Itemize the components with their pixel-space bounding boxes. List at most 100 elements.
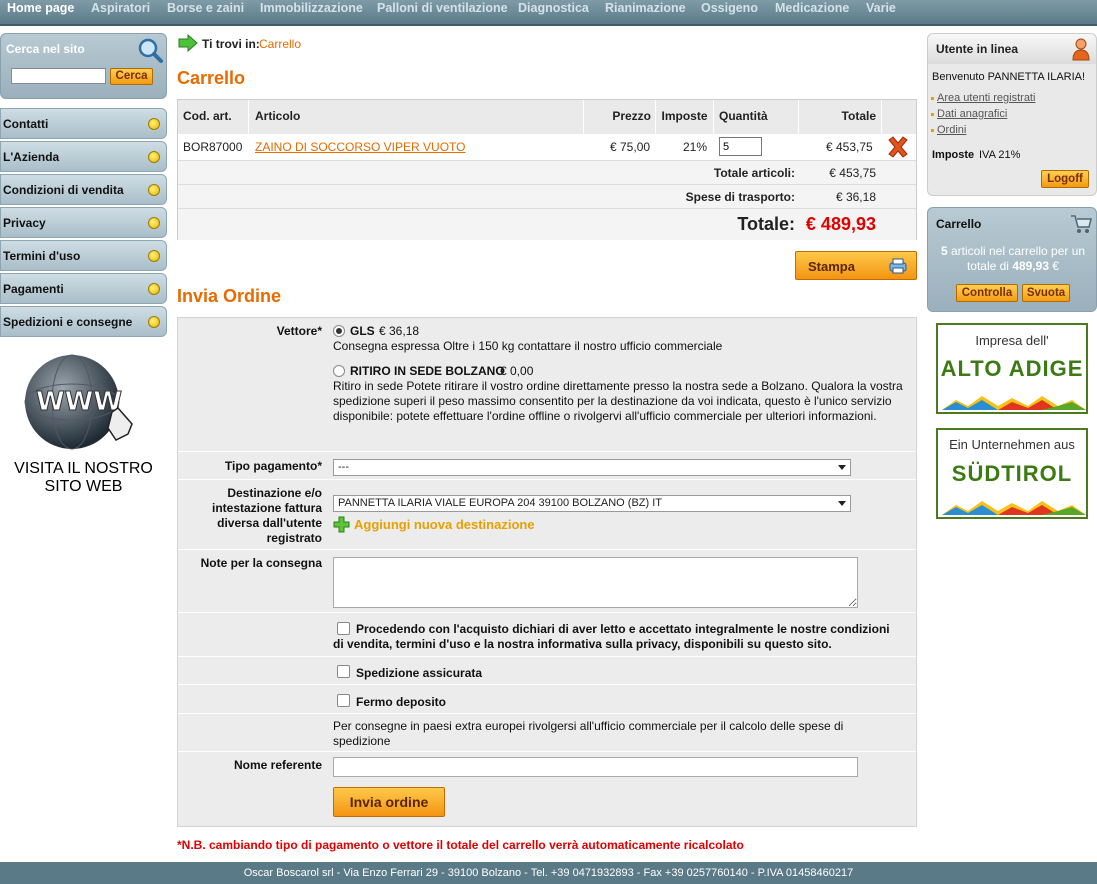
search-button[interactable]: Cerca	[110, 68, 153, 85]
spese-label: Spese di trasporto:	[685, 190, 795, 204]
badge-big-text: SÜDTIROL	[951, 461, 1073, 486]
badge-top-text: Ein Unternehmen aus	[949, 437, 1075, 452]
link-area-utenti[interactable]: Area utenti registrati	[930, 92, 1035, 104]
header-price: Prezzo	[584, 100, 656, 134]
destinazione-label: Destinazione e/o intestazione fattura di…	[211, 486, 322, 545]
nav-rianimazione[interactable]: Rianimazione	[605, 1, 686, 15]
nome-referente-label: Nome referente	[233, 758, 322, 772]
totale-articoli-label: Totale articoli:	[713, 166, 795, 180]
add-icon[interactable]	[333, 516, 350, 533]
sidebar-item-condizioni[interactable]: Condizioni di vendita	[0, 174, 167, 205]
nav-medicazione[interactable]: Medicazione	[775, 1, 849, 15]
nav-diagnostica[interactable]: Diagnostica	[518, 1, 589, 15]
svuota-button[interactable]: Svuota	[1022, 284, 1070, 302]
link-dati-anagrafici[interactable]: Dati anagrafici	[930, 108, 1007, 120]
sidebar-item-label: Pagamenti	[3, 282, 64, 296]
header-code: Cod. art.	[178, 100, 249, 134]
nav-ossigeno[interactable]: Ossigeno	[701, 1, 758, 15]
divider	[178, 684, 916, 685]
link-ordini[interactable]: Ordini	[930, 124, 966, 136]
pagamento-label: Tipo pagamento*	[224, 459, 322, 473]
user-icon	[1072, 38, 1090, 61]
divider	[178, 479, 916, 480]
destinazione-select[interactable]: PANNETTA ILARIA VIALE EUROPA 204 39100 B…	[333, 495, 851, 512]
imposte-value: IVA 21%	[979, 149, 1021, 161]
note-textarea[interactable]	[333, 557, 858, 608]
footer: Oscar Boscarol srl - Via Enzo Ferrari 29…	[0, 862, 1097, 884]
globe-www-icon[interactable]: WWW	[14, 352, 144, 452]
pagamento-value: ---	[338, 461, 349, 473]
chevron-down-icon	[838, 501, 846, 506]
nav-palloni[interactable]: Palloni di ventilazione	[377, 1, 508, 15]
sidebar-item-contatti[interactable]: Contatti	[0, 108, 167, 139]
cart-amount: 489,93	[1012, 259, 1050, 273]
ritiro-name: RITIRO IN SEDE BOLZANO	[350, 364, 505, 378]
item-code: BOR87000	[183, 140, 243, 154]
visit-line-2: SITO WEB	[44, 478, 123, 495]
welcome-text: Benvenuto PANNETTA ILARIA!	[932, 71, 1086, 83]
divider	[178, 751, 916, 752]
alto-adige-badge[interactable]: Impresa dell' ALTO ADIGE	[936, 323, 1088, 414]
nome-referente-input[interactable]	[333, 757, 858, 777]
divider	[178, 549, 916, 550]
imposte-label: Imposte	[932, 149, 975, 161]
visit-website-text[interactable]: VISITA IL NOSTRO SITO WEB	[0, 460, 167, 496]
search-title: Cerca nel sito	[6, 42, 85, 56]
sidebar-item-label: Privacy	[3, 216, 46, 230]
fermo-label: Fermo deposito	[356, 695, 447, 709]
summary-row	[178, 185, 916, 209]
mountains-logo-icon	[942, 396, 1086, 410]
ritiro-radio[interactable]	[333, 365, 345, 377]
sidebar-item-termini[interactable]: Termini d'uso	[0, 240, 167, 271]
delete-icon[interactable]	[886, 135, 910, 159]
visit-line-1: VISITA IL NOSTRO	[14, 460, 153, 477]
print-label: Stampa	[808, 259, 855, 274]
vettore-label: Vettore*	[276, 324, 322, 338]
header-tax: Imposte	[656, 100, 714, 134]
sidebar-item-label: L'Azienda	[3, 150, 60, 164]
bullet-icon	[148, 184, 160, 196]
divider	[178, 451, 916, 452]
nav-borse-zaini[interactable]: Borse e zaini	[167, 1, 244, 15]
sidebar-item-label: Termini d'uso	[3, 249, 81, 263]
nb-notice: *N.B. cambiando tipo di pagamento o vett…	[177, 838, 744, 852]
ritiro-price: € 0,00	[500, 364, 534, 378]
divider	[178, 612, 916, 613]
badge-big-text: ALTO ADIGE	[940, 356, 1084, 381]
extra-ue-text: Per consegne in paesi extra europei rivo…	[333, 719, 844, 748]
aggiungi-destinazione-link[interactable]: Aggiungi nuova destinazione	[354, 517, 535, 532]
sidebar-item-pagamenti[interactable]: Pagamenti	[0, 273, 167, 304]
bullet-icon	[148, 217, 160, 229]
nav-immobilizzazione[interactable]: Immobilizzazione	[260, 1, 363, 15]
search-input[interactable]	[11, 68, 106, 84]
order-title: Invia Ordine	[177, 286, 282, 306]
print-button[interactable]: Stampa	[795, 251, 917, 280]
sidebar-item-privacy[interactable]: Privacy	[0, 207, 167, 238]
suedtirol-badge[interactable]: Ein Unternehmen aus SÜDTIROL	[936, 428, 1088, 519]
header-blank	[882, 100, 916, 134]
nav-home[interactable]: Home page	[7, 1, 74, 15]
accetto-text: Procedendo con l'acquisto dichiari di av…	[333, 622, 890, 651]
submit-order-button[interactable]: Invia ordine	[333, 787, 445, 817]
quantity-input[interactable]	[719, 137, 762, 156]
logoff-button[interactable]: Logoff	[1041, 170, 1089, 188]
sidebar-item-azienda[interactable]: L'Azienda	[0, 141, 167, 172]
cart-panel-summary: 5 articoli nel carrello per un totale di…	[932, 244, 1094, 274]
breadcrumb-current[interactable]: Carrello	[259, 37, 301, 51]
nav-varie[interactable]: Varie	[866, 1, 896, 15]
sidebar-item-spedizioni[interactable]: Spedizioni e consegne	[0, 306, 167, 337]
pagamento-select[interactable]: ---	[333, 459, 851, 476]
item-article-link[interactable]: ZAINO DI SOCCORSO VIPER VUOTO	[255, 140, 465, 154]
nav-aspiratori[interactable]: Aspiratori	[91, 1, 150, 15]
gls-name: GLS	[350, 324, 375, 338]
gls-radio[interactable]	[333, 325, 345, 337]
assicurata-checkbox[interactable]	[337, 665, 350, 678]
assicurata-label: Spedizione assicurata	[356, 666, 483, 680]
cart-count: 5	[940, 244, 948, 258]
controlla-button[interactable]: Controlla	[956, 284, 1018, 302]
cart-title: Carrello	[177, 68, 246, 88]
magnifier-icon	[138, 38, 163, 63]
bullet-icon	[148, 316, 160, 328]
fermo-checkbox[interactable]	[337, 694, 350, 707]
user-panel-header: Utente in linea	[928, 34, 1096, 64]
